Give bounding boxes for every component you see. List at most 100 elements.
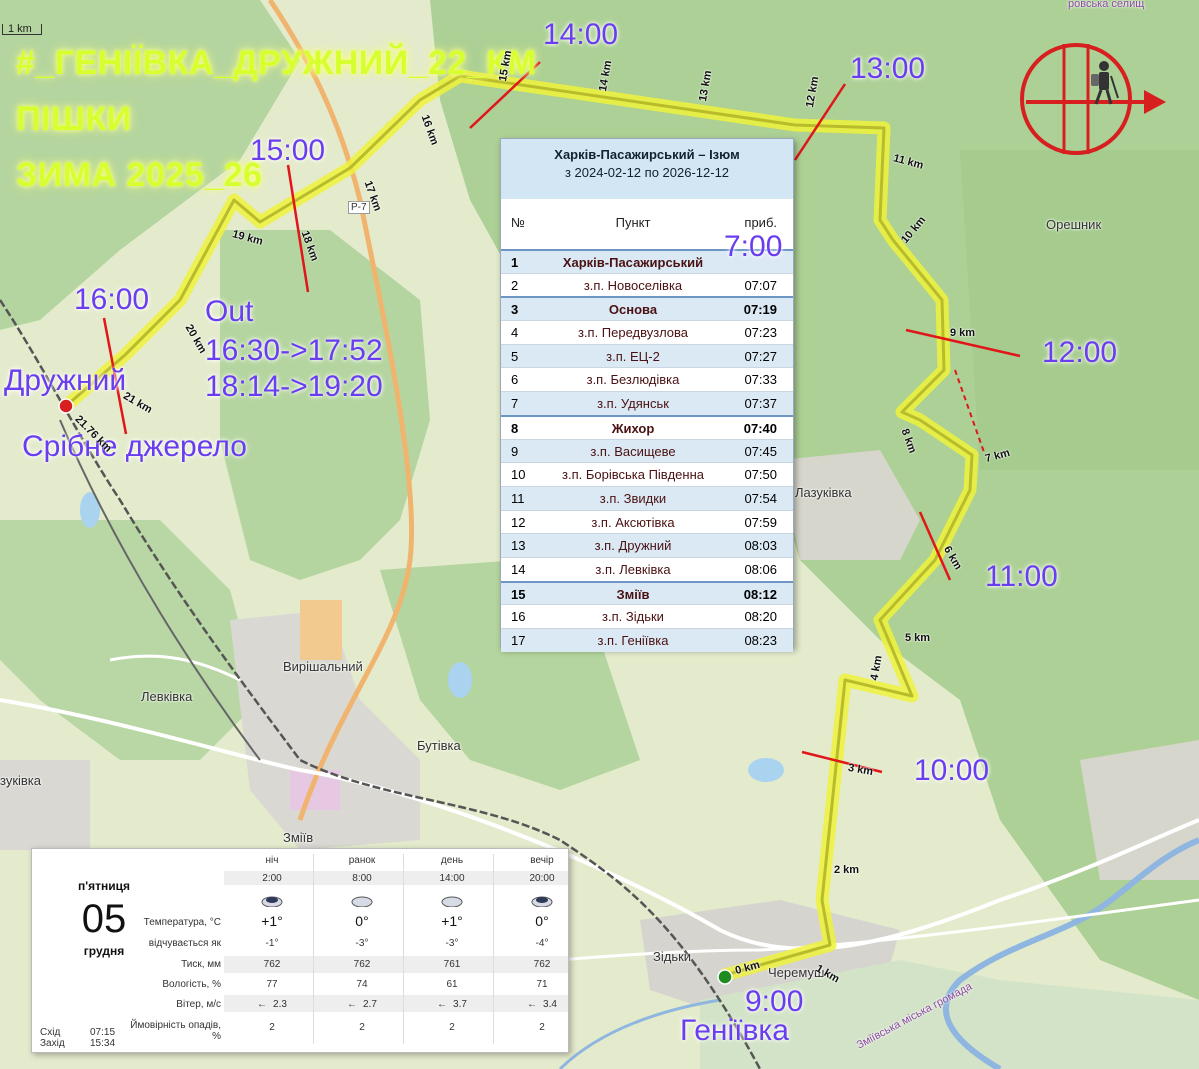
weather-precip-value: 2 [539, 1022, 545, 1033]
row-stop: з.п. Васищеве [590, 443, 676, 459]
schedule-period: з 2024-02-12 по 2026-12-12 [564, 165, 730, 180]
schedule-row: 4 з.п. Передвузлова 07:23 [501, 320, 793, 344]
weather-precip-value: 2 [449, 1022, 455, 1033]
row-time: 08:03 [744, 538, 777, 554]
route-mode: ПІШКИ [16, 100, 132, 138]
weather-pressure-value: 762 [533, 959, 551, 970]
row-time: 07:27 [744, 348, 777, 364]
schedule-row: 15 Зміїв 08:12 [501, 580, 793, 605]
hiking-logo [1020, 43, 1166, 155]
row-stop: з.п. Зідьки [602, 609, 664, 625]
weather-humidity-value: 61 [446, 979, 458, 990]
row-stop: Жихор [611, 420, 655, 436]
row-time: 07:59 [744, 514, 777, 530]
weather-times-value: 14:00 [439, 873, 465, 884]
label-pressure: Тиск, мм [181, 959, 221, 970]
lake [748, 758, 784, 782]
weather-periods-value: ніч [265, 855, 279, 866]
time-mark-14: 14:00 [543, 18, 619, 51]
time-mark-16: 16:00 [74, 283, 150, 316]
label-feels: відчувається як [148, 938, 221, 949]
logo-bracket [1062, 44, 1090, 154]
row-number: 4 [511, 325, 519, 341]
label-temp: Температура, °C [143, 917, 221, 928]
weather-precip-value: 2 [359, 1022, 365, 1033]
row-number: 9 [511, 443, 519, 459]
cloud-icon [441, 896, 463, 907]
row-time: 07:54 [744, 490, 777, 506]
weather-feels-value: -3° [355, 938, 369, 949]
wind-arrow-icon: ← [437, 999, 448, 1010]
town-label: Левківка [141, 689, 193, 704]
row-number: 17 [511, 633, 526, 648]
out-train-1: 16:30->17:52 [205, 334, 383, 367]
row-number: 6 [511, 372, 519, 388]
schedule-route: Харків-Пасажирський – Ізюм [554, 147, 740, 162]
row-number: 3 [511, 302, 519, 318]
label-precip: Ймовірність опадів, % [130, 1020, 221, 1042]
weather-wind-cell: ← 2.7 [318, 999, 406, 1010]
town-label: Вирішальний [283, 659, 363, 674]
sunrise-label: Схід [40, 1027, 61, 1038]
weather-feels-value: -3° [445, 938, 459, 949]
train-schedule-table: Харків-Пасажирський – Ізюм з 2024-02-12 … [500, 138, 794, 652]
row-time: 07:07 [744, 277, 777, 293]
schedule-row: 17 з.п. Геніївка 08:23 [501, 628, 793, 652]
row-time: 08:12 [743, 586, 777, 602]
weather-times-value: 2:00 [262, 873, 282, 884]
row-time: 08:20 [744, 609, 777, 625]
departure-time-override: 7:00 [724, 230, 783, 263]
weather-periods-value: вечір [530, 855, 554, 866]
weather-periods-value: ранок [348, 855, 376, 866]
row-time: 07:33 [744, 372, 777, 388]
row-stop: з.п. Аксютівка [591, 514, 675, 530]
col-stop: Пункт [615, 215, 651, 230]
end-place-label: Дружний [4, 364, 127, 397]
km-label: 9 km [950, 327, 976, 339]
time-mark-15: 15:00 [250, 134, 326, 167]
out-train-2: 18:14->19:20 [205, 370, 383, 403]
schedule-row: 16 з.п. Зідьки 08:20 [501, 604, 793, 628]
row-stop: з.п. Геніївка [597, 633, 669, 648]
schedule-row: 3 Основа 07:19 [501, 296, 793, 321]
end-point-marker [58, 398, 74, 414]
town-label: ровська селищ [1068, 0, 1145, 10]
schedule-header: Харків-Пасажирський – Ізюм з 2024-02-12 … [501, 139, 793, 199]
row-stop: з.п. ЕЦ-2 [606, 348, 660, 364]
weather-widget: п'ятниця 05 грудня Температура, °C відчу… [31, 848, 569, 1053]
lake [448, 662, 472, 698]
row-number: 8 [511, 420, 519, 436]
hiker-icon [1091, 61, 1119, 105]
row-number: 13 [511, 538, 526, 554]
night-cloud-icon [261, 896, 283, 907]
industrial-area [300, 600, 342, 660]
row-stop: Зміїв [616, 586, 650, 602]
label-humidity: Вологість, % [162, 979, 221, 990]
town-label: Зідьки [653, 949, 692, 964]
time-mark-13: 13:00 [850, 52, 926, 85]
weather-precip-value: 2 [269, 1022, 275, 1033]
row-time: 07:19 [743, 302, 777, 318]
weather-wind-cell: ← 2.3 [228, 999, 316, 1010]
wind-speed-value: 3.4 [543, 999, 557, 1010]
row-stop: з.п. Борівська Південна [562, 467, 704, 483]
row-number: 5 [511, 348, 519, 364]
weather-pressure-value: 762 [263, 959, 281, 970]
schedule-row: 12 з.п. Аксютівка 07:59 [501, 509, 793, 534]
sunset-time: 15:34 [90, 1038, 116, 1049]
row-number: 14 [511, 561, 526, 577]
row-number: 7 [511, 396, 519, 412]
row-stop: з.п. Удянськ [597, 396, 669, 412]
night-cloud-icon [531, 896, 553, 907]
time-mark-12: 12:00 [1042, 336, 1118, 369]
wind-arrow-icon: ← [527, 999, 538, 1010]
schedule-rows: 1 Харків-Пасажирський 2 з.п. Новоселівка 07:… [501, 249, 793, 652]
weather-wind-cell: ← 3.7 [408, 999, 496, 1010]
weather-dow: п'ятниця [78, 879, 130, 893]
km-label: 2 km [834, 864, 860, 876]
row-time: 07:23 [744, 325, 777, 341]
weather-humidity-value: 74 [356, 979, 368, 990]
sunrise-time: 07:15 [90, 1027, 116, 1038]
row-stop: з.п. Звидки [599, 490, 667, 506]
weather-periods-value: день [440, 855, 464, 866]
